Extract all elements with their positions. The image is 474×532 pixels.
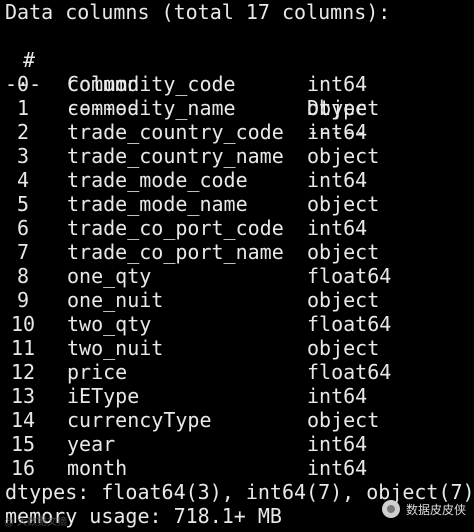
column-dtype: float64	[307, 264, 392, 288]
column-row: 12 price float64	[5, 360, 474, 384]
column-name: commodity_code	[67, 72, 236, 96]
data-columns-title: Data columns (total 17 columns):	[5, 0, 391, 24]
column-index: 16	[11, 456, 36, 480]
column-name: one_qty	[67, 264, 152, 288]
separator-row: --- ------ -----	[5, 48, 474, 144]
column-row: 6 trade_co_port_code int64	[5, 216, 474, 240]
column-row: 8 one_qty float64	[5, 264, 474, 288]
column-dtype: object	[307, 408, 380, 432]
column-row: 7 trade_co_port_name object	[5, 240, 474, 264]
column-row: 5 trade_mode_name object	[5, 192, 474, 216]
column-row: 16 month int64	[5, 456, 474, 480]
column-row: 3 trade_country_name object	[5, 144, 474, 168]
column-dtype: object	[307, 192, 380, 216]
column-name: trade_country_name	[67, 144, 284, 168]
column-dtype: int64	[307, 120, 368, 144]
column-index: 12	[11, 360, 36, 384]
column-row: 2 trade_country_code int64	[5, 120, 474, 144]
column-row: 0 commodity_code int64	[5, 72, 474, 96]
column-row: 11 two_nuit object	[5, 336, 474, 360]
column-name: one_nuit	[67, 288, 164, 312]
watermark-left-text: @ 大数据文摘	[4, 517, 68, 528]
column-dtype: object	[307, 336, 380, 360]
column-index: 7	[17, 240, 30, 264]
watermark-right-text: 数据皮皮侠	[405, 502, 466, 517]
column-dtype: object	[307, 240, 380, 264]
column-index: 3	[17, 144, 30, 168]
column-name: month	[67, 456, 128, 480]
column-index: 14	[11, 408, 36, 432]
column-row: 14 currencyType object	[5, 408, 474, 432]
column-name: trade_country_code	[67, 120, 284, 144]
column-row: 15 year int64	[5, 432, 474, 456]
account-logo-icon	[381, 500, 400, 518]
column-name: price	[67, 360, 128, 384]
column-name: trade_mode_name	[67, 192, 248, 216]
column-row: 1 commodity_name object	[5, 96, 474, 120]
column-dtype: int64	[307, 216, 368, 240]
column-dtype: object	[307, 96, 380, 120]
header-row: # Column Dtype	[5, 24, 474, 120]
column-dtype: int64	[307, 72, 368, 96]
column-index: 2	[17, 120, 30, 144]
column-dtype: float64	[307, 312, 392, 336]
column-dtype: int64	[307, 456, 368, 480]
column-name: trade_co_port_code	[67, 216, 284, 240]
column-row: 4 trade_mode_code int64	[5, 168, 474, 192]
column-name: trade_mode_code	[67, 168, 248, 192]
column-index: 1	[17, 96, 30, 120]
column-name: year	[67, 432, 116, 456]
column-dtype: object	[307, 288, 380, 312]
column-index: 5	[17, 192, 30, 216]
column-list: 0 commodity_code int64 1 commodity_name objec…	[5, 72, 474, 480]
column-index: 13	[11, 384, 36, 408]
column-row: 10 two_qty float64	[5, 312, 474, 336]
column-index: 9	[17, 288, 30, 312]
column-index: 4	[17, 168, 30, 192]
column-name: iEType	[67, 384, 140, 408]
column-index: 11	[11, 336, 36, 360]
column-dtype: int64	[307, 168, 368, 192]
column-dtype: int64	[307, 432, 368, 456]
column-row: 13 iEType int64	[5, 384, 474, 408]
column-index: 6	[17, 216, 30, 240]
column-row: 9 one_nuit object	[5, 288, 474, 312]
column-dtype: float64	[307, 360, 392, 384]
watermark-right: 数据皮皮侠	[381, 500, 466, 518]
column-index: 15	[11, 432, 36, 456]
column-index: 0	[17, 72, 30, 96]
terminal-output: Data columns (total 17 columns): # Colum…	[5, 0, 474, 528]
column-name: commodity_name	[67, 96, 236, 120]
column-dtype: object	[307, 144, 380, 168]
column-name: two_qty	[67, 312, 152, 336]
column-name: trade_co_port_name	[67, 240, 284, 264]
column-index: 10	[11, 312, 36, 336]
column-name: two_nuit	[67, 336, 164, 360]
column-name: currencyType	[67, 408, 212, 432]
column-dtype: int64	[307, 384, 368, 408]
column-index: 8	[17, 264, 30, 288]
